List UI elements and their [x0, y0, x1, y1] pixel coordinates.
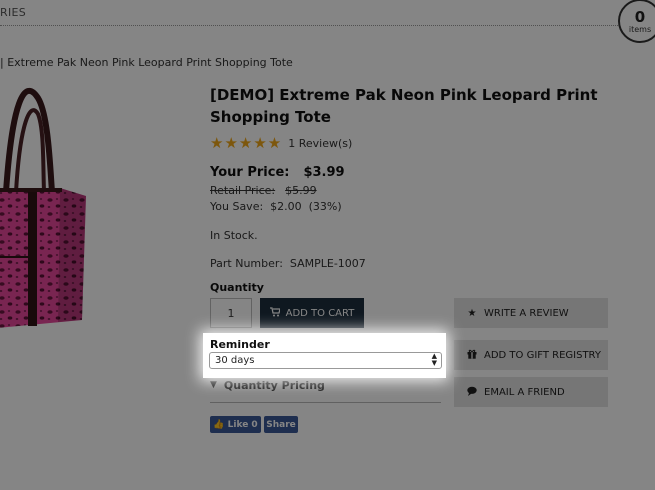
product-image [0, 87, 86, 328]
gift-icon [466, 349, 478, 362]
retail-price: Retail Price: $5.99 [210, 184, 317, 197]
cart-items-label: items [628, 25, 652, 34]
reminder-select[interactable]: 30 days ▲ ▼ [209, 352, 442, 369]
add-to-cart-label: ADD TO CART [285, 307, 355, 319]
reminder-panel: Reminder 30 days ▲ ▼ [203, 333, 446, 378]
nav-category-link[interactable]: RIES [0, 6, 26, 19]
part-number: Part Number: SAMPLE-1007 [210, 257, 366, 270]
product-title: [DEMO] Extreme Pak Neon Pink Leopard Pri… [210, 86, 598, 126]
like-label: Like [227, 419, 249, 430]
reminder-selected-value: 30 days [215, 355, 255, 366]
your-price: Your Price: $3.99 [210, 165, 345, 180]
quantity-label: Quantity [210, 281, 264, 294]
you-save: You Save: $2.00 (33%) [210, 200, 342, 213]
retail-price-label: Retail Price: [210, 184, 276, 197]
nav-divider [0, 25, 620, 26]
review-count-link[interactable]: 1 Review(s) [288, 137, 352, 150]
dim-overlay [0, 0, 655, 490]
add-to-cart-button[interactable]: ADD TO CART [260, 298, 364, 328]
reminder-label: Reminder [210, 338, 270, 351]
cart-icon [269, 306, 281, 320]
star-rating-icon: ★★★★★ [210, 134, 283, 152]
select-arrows-icon: ▲ ▼ [431, 352, 437, 367]
gift-registry-label: ADD TO GIFT REGISTRY [484, 349, 601, 361]
facebook-like-button[interactable]: 👍 Like 0 [210, 416, 261, 433]
quantity-pricing-label: Quantity Pricing [223, 379, 325, 392]
stock-status: In Stock. [210, 229, 258, 242]
add-to-gift-registry-button[interactable]: ADD TO GIFT REGISTRY [454, 340, 608, 370]
product-rating: ★★★★★ 1 Review(s) [210, 134, 352, 152]
like-count: 0 [251, 419, 258, 430]
write-review-label: WRITE A REVIEW [484, 307, 569, 319]
product-page: RIES 0 items | Extreme Pak Neon Pink Leo… [0, 0, 655, 490]
write-review-button[interactable]: ★ WRITE A REVIEW [454, 298, 608, 328]
retail-price-value: $5.99 [285, 184, 317, 197]
facebook-share-button[interactable]: Share [264, 416, 298, 433]
cart-badge[interactable]: 0 items [618, 0, 655, 43]
thumbs-up-icon: 👍 [213, 419, 225, 430]
cart-item-count: 0 [634, 8, 646, 26]
quantity-pricing-toggle[interactable]: ▼ Quantity Pricing [210, 379, 441, 403]
breadcrumb: | Extreme Pak Neon Pink Leopard Print Sh… [0, 56, 293, 69]
email-a-friend-button[interactable]: EMAIL A FRIEND [454, 377, 608, 407]
email-friend-label: EMAIL A FRIEND [484, 386, 565, 398]
chevron-down-icon: ▼ [210, 380, 217, 390]
your-price-value: $3.99 [303, 165, 345, 180]
quantity-input[interactable] [210, 298, 252, 328]
star-icon: ★ [467, 307, 477, 319]
your-price-label: Your Price: [210, 165, 290, 180]
speech-bubble-icon [466, 386, 478, 399]
